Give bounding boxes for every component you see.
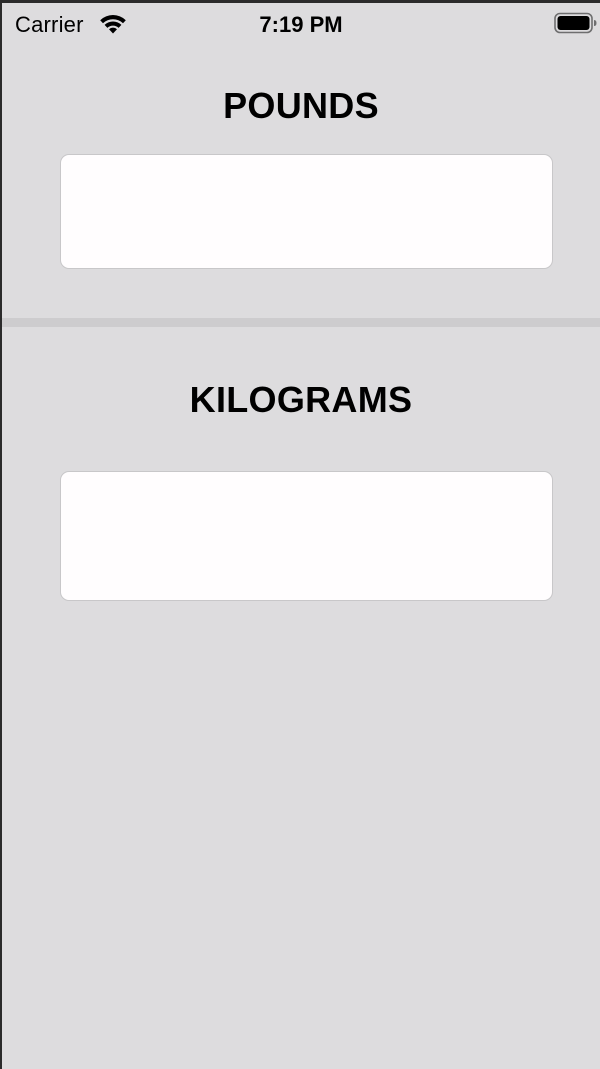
pounds-input[interactable] <box>60 154 553 269</box>
battery-icon <box>554 12 597 34</box>
section-divider <box>2 318 600 327</box>
status-time: 7:19 PM <box>259 12 343 37</box>
status-bar: Carrier 7:19 PM <box>2 3 600 47</box>
kilograms-input[interactable] <box>60 471 553 601</box>
app-screen: Carrier 7:19 PM POUNDS KILOGRAMS <box>0 0 600 1069</box>
pounds-title: POUNDS <box>223 85 379 126</box>
kilograms-title: KILOGRAMS <box>189 379 413 420</box>
